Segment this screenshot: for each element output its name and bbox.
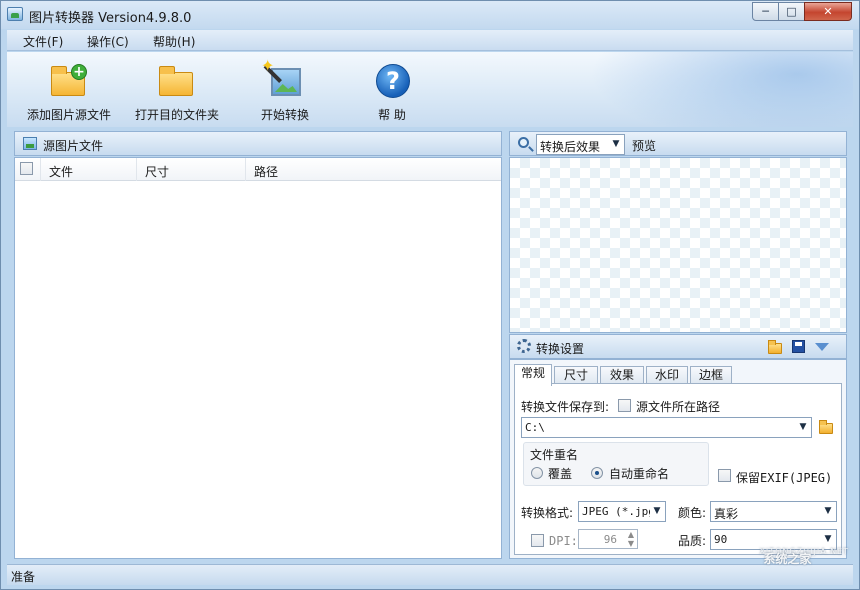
menu-bar: 文件(F) 操作(C) 帮助(H) [7, 30, 853, 51]
image-icon [23, 137, 37, 150]
chevron-down-icon: ▼ [653, 506, 661, 516]
close-button[interactable]: ✕ [804, 2, 852, 21]
format-label: 转换格式: [521, 506, 574, 520]
rename-group: 文件重名 覆盖 自动重命名 [523, 442, 709, 486]
source-file-list[interactable]: 文件 尺寸 路径 [14, 157, 502, 559]
dpi-label: DPI: [549, 534, 578, 548]
source-panel-title: 源图片文件 [43, 139, 104, 153]
site-watermark: 系统之家 XITONGZHIJIA.NET [759, 547, 849, 566]
column-header-file[interactable]: 文件 [41, 158, 137, 181]
source-path-checkbox-label: 源文件所在路径 [636, 400, 721, 414]
format-select[interactable]: JPEG (*.jpg ▼ [578, 501, 666, 522]
source-path-checkbox[interactable] [618, 399, 631, 412]
settings-panel-header: 转换设置 [509, 334, 847, 359]
add-source-button[interactable]: + 添加图片源文件 [21, 54, 117, 124]
general-tab-page: 转换文件保存到: 源文件所在路径 C:\ ▼ 文件重名 覆盖 自动重命名 保留E… [514, 383, 842, 555]
chevron-down-icon: ▼ [824, 506, 832, 516]
preview-mode-select[interactable]: 转换后效果 ▼ [536, 134, 625, 155]
status-bar: 准备 系统之家 XITONGZHIJIA.NET [7, 547, 853, 585]
chevron-down-icon: ▼ [612, 139, 620, 149]
chevron-down-icon: ▼ [799, 422, 807, 432]
minimize-button[interactable]: ─ [752, 2, 779, 21]
preview-label: 预览 [632, 139, 657, 153]
auto-rename-radio-label: 自动重命名 [609, 467, 670, 481]
save-path-select[interactable]: C:\ ▼ [521, 417, 812, 438]
overwrite-radio[interactable] [531, 467, 543, 479]
select-all-checkbox[interactable] [20, 162, 33, 175]
dpi-stepper[interactable]: 96 ▲ ▼ [578, 529, 638, 549]
menu-operation[interactable]: 操作(C) [87, 33, 129, 50]
add-source-label: 添加图片源文件 [26, 108, 111, 122]
toolbar-decoration [573, 52, 853, 127]
auto-rename-radio[interactable] [591, 467, 603, 479]
collapse-arrow-icon[interactable] [815, 343, 829, 351]
save-settings-icon[interactable] [792, 340, 805, 353]
keep-exif-checkbox[interactable] [718, 469, 731, 482]
app-icon [7, 7, 23, 21]
load-settings-folder-icon[interactable] [768, 340, 782, 354]
column-header-size[interactable]: 尺寸 [137, 158, 246, 181]
preview-canvas [509, 157, 847, 333]
tab-general[interactable]: 常规 [514, 364, 552, 386]
browse-folder-icon[interactable] [819, 420, 833, 434]
dpi-checkbox[interactable] [531, 534, 544, 547]
gear-icon [517, 339, 531, 353]
help-button[interactable]: ? 帮 助 [357, 54, 427, 124]
title-bar[interactable]: 图片转换器 Version4.9.8.0 ─ □ ✕ [1, 1, 859, 29]
preview-panel-header: 转换后效果 ▼ 预览 [509, 131, 847, 156]
select-all-column [15, 158, 41, 181]
help-label: 帮 助 [378, 108, 406, 122]
toolbar: + 添加图片源文件 打开目的文件夹 ✦ 开始转换 ? 帮 助 [7, 52, 853, 127]
menu-help[interactable]: 帮助(H) [153, 33, 195, 50]
open-dest-folder-button[interactable]: 打开目的文件夹 [129, 54, 225, 124]
add-folder-icon: + [49, 64, 89, 100]
open-dest-folder-label: 打开目的文件夹 [134, 108, 219, 122]
status-text: 准备 [11, 570, 36, 584]
stepper-arrows-icon[interactable]: ▲ ▼ [628, 530, 634, 548]
file-list-header: 文件 尺寸 路径 [15, 158, 501, 181]
magic-wand-image-icon: ✦ [261, 56, 305, 100]
settings-body: 常规 尺寸 效果 水印 边框 转换文件保存到: 源文件所在路径 C:\ ▼ 文件… [509, 359, 847, 559]
save-to-label: 转换文件保存到: [521, 400, 610, 414]
start-convert-label: 开始转换 [260, 108, 309, 122]
magnifier-icon [518, 137, 529, 148]
quality-label: 品质: [678, 534, 707, 548]
menu-file[interactable]: 文件(F) [23, 33, 63, 50]
help-icon: ? [372, 64, 412, 100]
folder-icon [157, 64, 197, 100]
maximize-button[interactable]: □ [778, 2, 805, 21]
settings-panel-title: 转换设置 [536, 342, 585, 356]
keep-exif-label: 保留EXIF(JPEG) [736, 471, 833, 485]
window-title: 图片转换器 Version4.9.8.0 [29, 11, 192, 26]
color-label: 颜色: [678, 506, 707, 520]
overwrite-radio-label: 覆盖 [548, 467, 573, 481]
app-window: 图片转换器 Version4.9.8.0 ─ □ ✕ 文件(F) 操作(C) 帮… [0, 0, 860, 590]
start-convert-button[interactable]: ✦ 开始转换 [247, 54, 323, 124]
source-panel-header: 源图片文件 [14, 131, 502, 156]
rename-group-label: 文件重名 [530, 448, 579, 462]
color-select[interactable]: 真彩 ▼ [710, 501, 837, 522]
column-header-path[interactable]: 路径 [246, 158, 501, 181]
